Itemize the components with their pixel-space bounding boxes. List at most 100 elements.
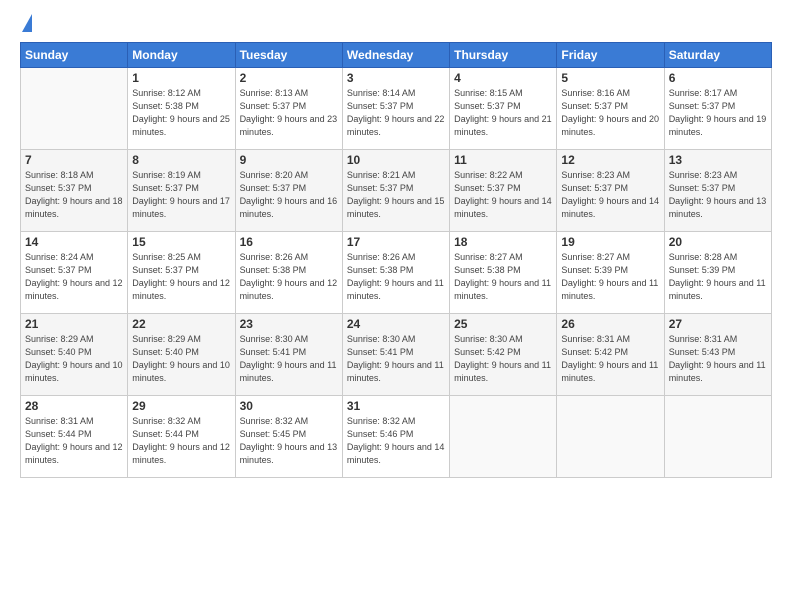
day-number: 11 — [454, 153, 552, 167]
calendar-cell: 16 Sunrise: 8:26 AM Sunset: 5:38 PM Dayli… — [235, 232, 342, 314]
weekday-header: Friday — [557, 43, 664, 68]
day-info: Sunrise: 8:25 AM Sunset: 5:37 PM Dayligh… — [132, 251, 230, 303]
day-number: 8 — [132, 153, 230, 167]
day-info: Sunrise: 8:29 AM Sunset: 5:40 PM Dayligh… — [132, 333, 230, 385]
calendar-week: 1 Sunrise: 8:12 AM Sunset: 5:38 PM Daylig… — [21, 68, 772, 150]
calendar-cell: 10 Sunrise: 8:21 AM Sunset: 5:37 PM Dayli… — [342, 150, 449, 232]
day-number: 14 — [25, 235, 123, 249]
day-info: Sunrise: 8:31 AM Sunset: 5:42 PM Dayligh… — [561, 333, 659, 385]
day-info: Sunrise: 8:30 AM Sunset: 5:41 PM Dayligh… — [347, 333, 445, 385]
day-number: 29 — [132, 399, 230, 413]
calendar-cell: 1 Sunrise: 8:12 AM Sunset: 5:38 PM Daylig… — [128, 68, 235, 150]
day-info: Sunrise: 8:31 AM Sunset: 5:43 PM Dayligh… — [669, 333, 767, 385]
calendar-cell: 2 Sunrise: 8:13 AM Sunset: 5:37 PM Daylig… — [235, 68, 342, 150]
calendar-cell: 12 Sunrise: 8:23 AM Sunset: 5:37 PM Dayli… — [557, 150, 664, 232]
calendar-cell: 20 Sunrise: 8:28 AM Sunset: 5:39 PM Dayli… — [664, 232, 771, 314]
day-number: 26 — [561, 317, 659, 331]
day-info: Sunrise: 8:23 AM Sunset: 5:37 PM Dayligh… — [669, 169, 767, 221]
calendar-cell: 7 Sunrise: 8:18 AM Sunset: 5:37 PM Daylig… — [21, 150, 128, 232]
calendar-cell: 28 Sunrise: 8:31 AM Sunset: 5:44 PM Dayli… — [21, 396, 128, 478]
calendar-cell: 26 Sunrise: 8:31 AM Sunset: 5:42 PM Dayli… — [557, 314, 664, 396]
day-number: 2 — [240, 71, 338, 85]
day-info: Sunrise: 8:13 AM Sunset: 5:37 PM Dayligh… — [240, 87, 338, 139]
calendar-week: 28 Sunrise: 8:31 AM Sunset: 5:44 PM Dayli… — [21, 396, 772, 478]
weekday-header: Thursday — [450, 43, 557, 68]
calendar-cell: 5Sunrise: 8:16 AM Sunset: 5:37 PM Daylig… — [557, 68, 664, 150]
day-number: 4 — [454, 71, 552, 85]
day-number: 5 — [561, 71, 659, 85]
day-number: 22 — [132, 317, 230, 331]
weekday-row: SundayMondayTuesdayWednesdayThursdayFrid… — [21, 43, 772, 68]
calendar-cell: 13 Sunrise: 8:23 AM Sunset: 5:37 PM Dayli… — [664, 150, 771, 232]
day-number: 23 — [240, 317, 338, 331]
day-number: 30 — [240, 399, 338, 413]
day-number: 25 — [454, 317, 552, 331]
weekday-header: Saturday — [664, 43, 771, 68]
calendar-cell — [664, 396, 771, 478]
calendar: SundayMondayTuesdayWednesdayThursdayFrid… — [20, 42, 772, 478]
day-info: Sunrise: 8:17 AM Sunset: 5:37 PM Dayligh… — [669, 87, 767, 139]
calendar-cell: 15 Sunrise: 8:25 AM Sunset: 5:37 PM Dayli… — [128, 232, 235, 314]
calendar-cell: 24 Sunrise: 8:30 AM Sunset: 5:41 PM Dayli… — [342, 314, 449, 396]
calendar-week: 7 Sunrise: 8:18 AM Sunset: 5:37 PM Daylig… — [21, 150, 772, 232]
calendar-header: SundayMondayTuesdayWednesdayThursdayFrid… — [21, 43, 772, 68]
day-number: 21 — [25, 317, 123, 331]
calendar-cell: 8Sunrise: 8:19 AM Sunset: 5:37 PM Daylig… — [128, 150, 235, 232]
day-info: Sunrise: 8:14 AM Sunset: 5:37 PM Dayligh… — [347, 87, 445, 139]
day-info: Sunrise: 8:28 AM Sunset: 5:39 PM Dayligh… — [669, 251, 767, 303]
day-info: Sunrise: 8:23 AM Sunset: 5:37 PM Dayligh… — [561, 169, 659, 221]
weekday-header: Sunday — [21, 43, 128, 68]
calendar-cell: 31Sunrise: 8:32 AM Sunset: 5:46 PM Dayli… — [342, 396, 449, 478]
day-info: Sunrise: 8:18 AM Sunset: 5:37 PM Dayligh… — [25, 169, 123, 221]
calendar-cell: 4 Sunrise: 8:15 AM Sunset: 5:37 PM Daylig… — [450, 68, 557, 150]
day-number: 15 — [132, 235, 230, 249]
day-number: 13 — [669, 153, 767, 167]
calendar-cell — [450, 396, 557, 478]
calendar-week: 21 Sunrise: 8:29 AM Sunset: 5:40 PM Dayli… — [21, 314, 772, 396]
day-info: Sunrise: 8:26 AM Sunset: 5:38 PM Dayligh… — [240, 251, 338, 303]
day-number: 16 — [240, 235, 338, 249]
day-number: 10 — [347, 153, 445, 167]
day-number: 12 — [561, 153, 659, 167]
calendar-cell: 19Sunrise: 8:27 AM Sunset: 5:39 PM Dayli… — [557, 232, 664, 314]
calendar-cell: 14Sunrise: 8:24 AM Sunset: 5:37 PM Dayli… — [21, 232, 128, 314]
day-info: Sunrise: 8:30 AM Sunset: 5:42 PM Dayligh… — [454, 333, 552, 385]
calendar-week: 14Sunrise: 8:24 AM Sunset: 5:37 PM Dayli… — [21, 232, 772, 314]
weekday-header: Wednesday — [342, 43, 449, 68]
day-number: 28 — [25, 399, 123, 413]
day-info: Sunrise: 8:20 AM Sunset: 5:37 PM Dayligh… — [240, 169, 338, 221]
day-number: 17 — [347, 235, 445, 249]
calendar-cell: 29 Sunrise: 8:32 AM Sunset: 5:44 PM Dayli… — [128, 396, 235, 478]
day-info: Sunrise: 8:30 AM Sunset: 5:41 PM Dayligh… — [240, 333, 338, 385]
day-info: Sunrise: 8:21 AM Sunset: 5:37 PM Dayligh… — [347, 169, 445, 221]
calendar-body: 1 Sunrise: 8:12 AM Sunset: 5:38 PM Daylig… — [21, 68, 772, 478]
day-number: 20 — [669, 235, 767, 249]
day-info: Sunrise: 8:12 AM Sunset: 5:38 PM Dayligh… — [132, 87, 230, 139]
day-info: Sunrise: 8:31 AM Sunset: 5:44 PM Dayligh… — [25, 415, 123, 467]
day-number: 6 — [669, 71, 767, 85]
header — [20, 18, 772, 32]
day-info: Sunrise: 8:15 AM Sunset: 5:37 PM Dayligh… — [454, 87, 552, 139]
logo-icon — [22, 14, 32, 32]
day-info: Sunrise: 8:32 AM Sunset: 5:45 PM Dayligh… — [240, 415, 338, 467]
calendar-cell: 25 Sunrise: 8:30 AM Sunset: 5:42 PM Dayli… — [450, 314, 557, 396]
weekday-header: Tuesday — [235, 43, 342, 68]
day-number: 31 — [347, 399, 445, 413]
calendar-cell: 6 Sunrise: 8:17 AM Sunset: 5:37 PM Daylig… — [664, 68, 771, 150]
weekday-header: Monday — [128, 43, 235, 68]
logo-text — [20, 18, 32, 32]
day-number: 3 — [347, 71, 445, 85]
day-info: Sunrise: 8:29 AM Sunset: 5:40 PM Dayligh… — [25, 333, 123, 385]
day-number: 7 — [25, 153, 123, 167]
day-info: Sunrise: 8:32 AM Sunset: 5:44 PM Dayligh… — [132, 415, 230, 467]
calendar-cell: 27Sunrise: 8:31 AM Sunset: 5:43 PM Dayli… — [664, 314, 771, 396]
day-number: 19 — [561, 235, 659, 249]
calendar-cell: 17Sunrise: 8:26 AM Sunset: 5:38 PM Dayli… — [342, 232, 449, 314]
day-number: 24 — [347, 317, 445, 331]
day-number: 1 — [132, 71, 230, 85]
calendar-cell: 9 Sunrise: 8:20 AM Sunset: 5:37 PM Daylig… — [235, 150, 342, 232]
calendar-cell: 11Sunrise: 8:22 AM Sunset: 5:37 PM Dayli… — [450, 150, 557, 232]
day-number: 9 — [240, 153, 338, 167]
calendar-cell: 30 Sunrise: 8:32 AM Sunset: 5:45 PM Dayli… — [235, 396, 342, 478]
calendar-cell — [557, 396, 664, 478]
